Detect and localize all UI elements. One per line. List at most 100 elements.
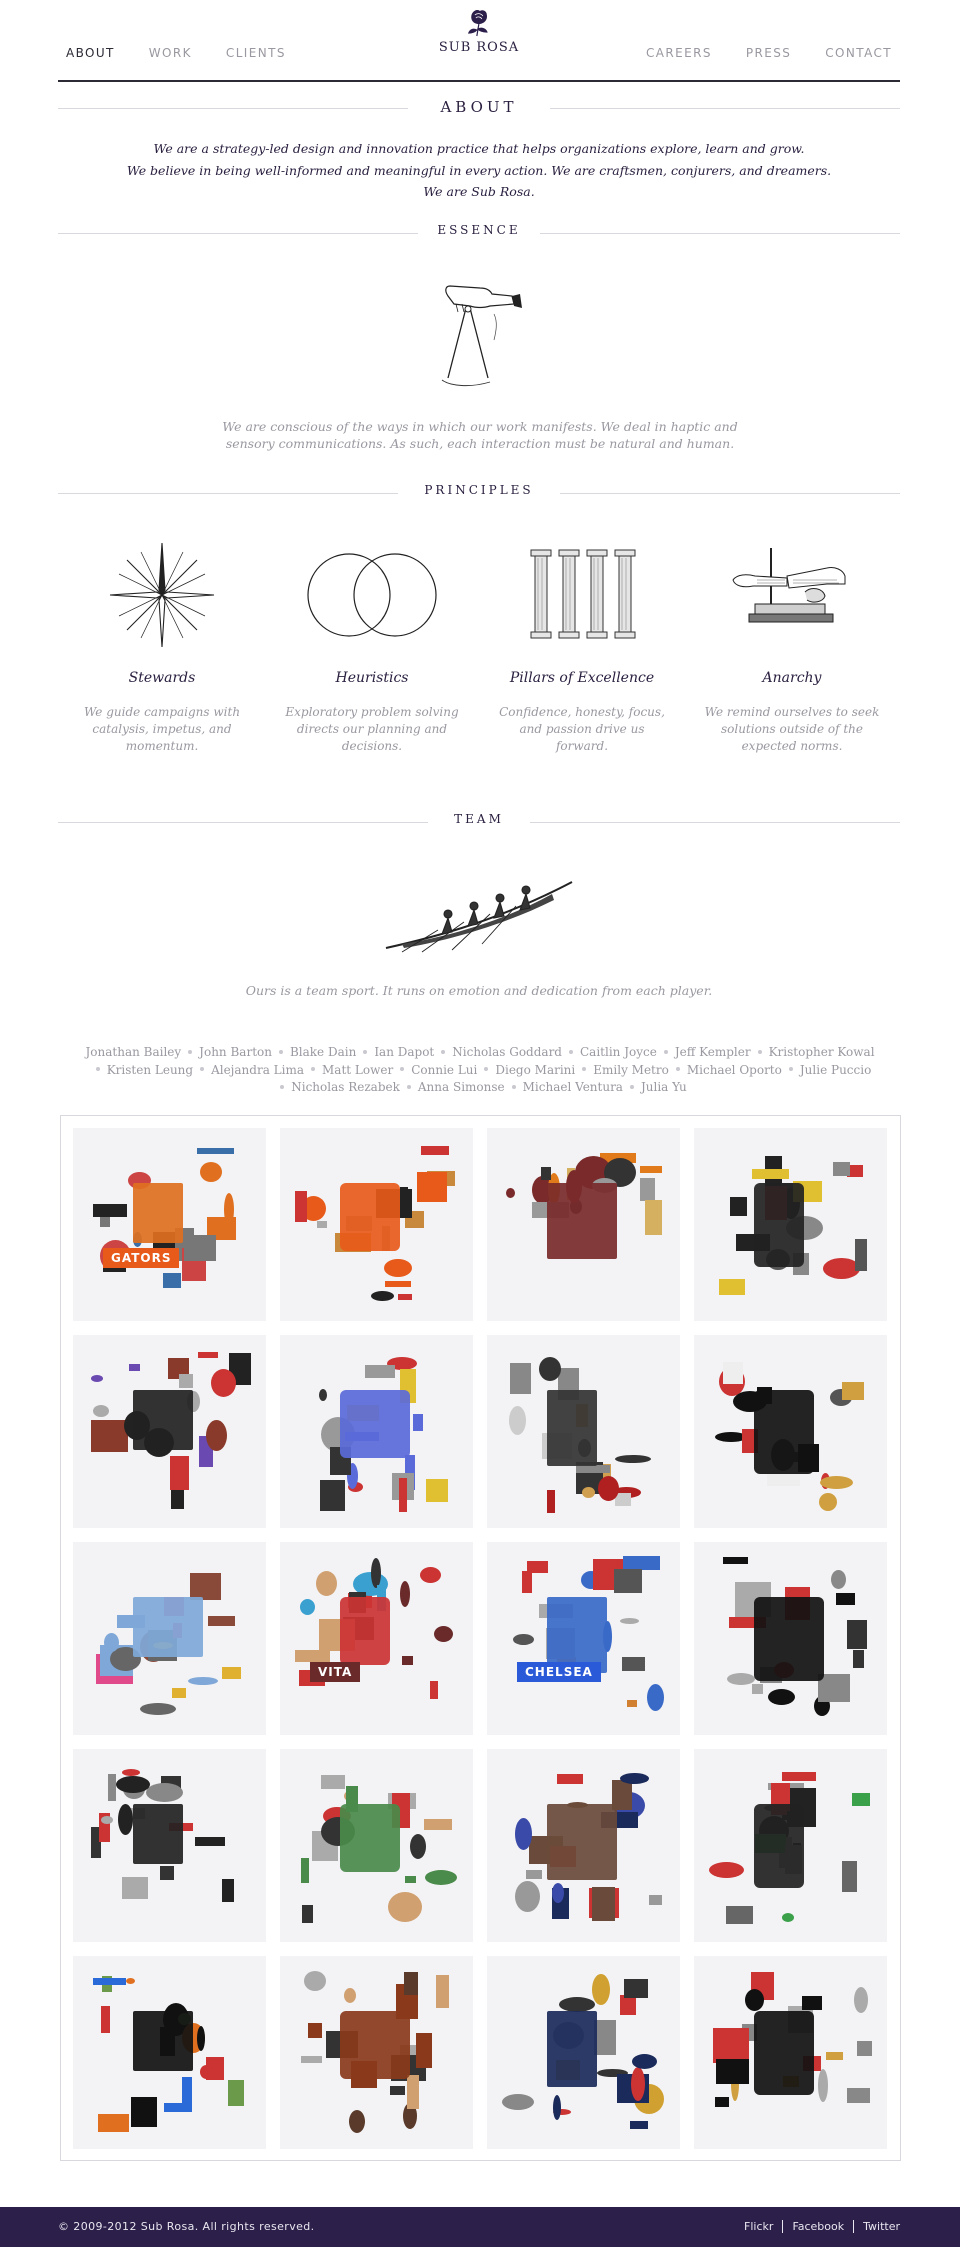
footer-link-twitter[interactable]: Twitter (853, 2220, 900, 2233)
logo-wordmark: SUB ROSA (438, 40, 520, 55)
photo-object (526, 1870, 542, 1879)
rose-icon (468, 10, 488, 37)
photo-object (146, 1783, 183, 1802)
photo-object (425, 1870, 457, 1885)
photo-object (301, 2056, 322, 2063)
photo-object (852, 1793, 870, 1806)
photo-object (316, 1571, 337, 1596)
pillars-icon (530, 549, 636, 639)
team-member: Anna Simonse (417, 1080, 505, 1094)
photo-object (349, 2110, 365, 2133)
team-member: Michael Ventura (522, 1080, 623, 1094)
photo-object (582, 1487, 595, 1498)
photo-object (104, 1633, 119, 1652)
photo-object (640, 1178, 655, 1201)
photo-object (723, 1557, 748, 1564)
separator-dot (757, 1049, 762, 1054)
photo-object (131, 2097, 157, 2127)
photo-object (172, 1688, 186, 1698)
separator-dot (788, 1067, 793, 1071)
team-member-photo[interactable] (694, 1335, 887, 1528)
photo-object (853, 1650, 864, 1668)
photo-object (190, 1573, 221, 1600)
photo-object (547, 1183, 617, 1259)
separator-dot (400, 1067, 405, 1071)
footer-link-flickr[interactable]: Flickr (735, 2220, 782, 2233)
photo-object (163, 1273, 181, 1288)
footer-link-facebook[interactable]: Facebook (782, 2220, 853, 2233)
site-logo[interactable]: SUB ROSA (439, 2, 519, 55)
photo-object (140, 1703, 176, 1715)
photo-object (300, 1599, 315, 1615)
team-member-photo[interactable] (73, 1335, 266, 1528)
photo-object (592, 1887, 615, 1921)
team-member-photo[interactable] (487, 1749, 680, 1942)
photo-object (730, 1197, 747, 1216)
principle-title: Heuristics (335, 670, 409, 686)
separator-dot (511, 1084, 516, 1089)
section-heading-team: TEAM (58, 812, 900, 832)
photo-object (752, 1169, 789, 1179)
team-member-photo[interactable] (694, 1956, 887, 2149)
team-member-photo[interactable] (280, 1128, 473, 1321)
hand-compass-icon (441, 285, 522, 387)
photo-object (847, 2088, 870, 2103)
photo-object (547, 1804, 617, 1880)
photo-object (620, 1618, 639, 1624)
photo-object (101, 1816, 113, 1824)
photo-object (826, 2052, 843, 2060)
team-member-photo[interactable]: GATORS (73, 1128, 266, 1321)
photo-object (133, 1183, 183, 1243)
photo-object (515, 1818, 532, 1850)
photo-object (91, 1375, 103, 1382)
team-member: Kristen Leung (106, 1062, 194, 1077)
nav-work[interactable]: WORK (149, 46, 192, 60)
team-member-photo[interactable] (487, 1335, 680, 1528)
photo-object (424, 1819, 452, 1830)
team-member-photo[interactable] (487, 1956, 680, 2149)
photo-object (319, 1389, 327, 1401)
team-member-photo[interactable] (487, 1128, 680, 1321)
photo-object (539, 1357, 561, 1381)
photo-object (420, 1567, 441, 1583)
team-member-photo[interactable]: VITA (280, 1542, 473, 1735)
team-member-photo[interactable] (280, 1749, 473, 1942)
team-member-photo[interactable] (73, 1749, 266, 1942)
photo-object (631, 2067, 645, 2101)
photo-object (713, 2028, 749, 2063)
photo-object (647, 1684, 664, 1711)
team-member: Caitlin Joyce (580, 1045, 657, 1059)
team-member-photo[interactable] (73, 1542, 266, 1735)
photo-object (371, 1291, 394, 1301)
team-member-photo[interactable] (694, 1749, 887, 1942)
photo-label: GATORS (103, 1248, 180, 1268)
team-member-photo[interactable] (280, 1956, 473, 2149)
photo-object (502, 2094, 534, 2110)
photo-object (836, 1593, 855, 1605)
photo-object (93, 1978, 126, 1985)
team-member-photo[interactable] (694, 1542, 887, 1735)
team-member-photo[interactable] (694, 1128, 887, 1321)
team-member-photo[interactable]: CHELSEA (487, 1542, 680, 1735)
nav-about[interactable]: ABOUT (66, 46, 115, 60)
principle-text: Exploratory problem solving directs our … (285, 705, 459, 753)
photo-object (820, 1476, 853, 1489)
separator-dot (95, 1067, 100, 1071)
nav-careers[interactable]: CAREERS (646, 46, 712, 60)
nav-clients[interactable]: CLIENTS (226, 46, 286, 60)
nav-contact[interactable]: CONTACT (825, 46, 892, 60)
separator-dot (629, 1084, 634, 1089)
team-member-photo[interactable] (73, 1956, 266, 2149)
photo-object (340, 1390, 410, 1458)
team-member: Blake Dain (289, 1045, 357, 1059)
footer-links: Flickr Facebook Twitter (735, 2220, 900, 2233)
photo-object (320, 1480, 345, 1511)
photo-object (622, 1657, 645, 1671)
essence-text: We are conscious of the ways in which ou… (222, 419, 738, 451)
photo-object (340, 1183, 400, 1251)
team-member-photo[interactable] (280, 1335, 473, 1528)
about-text: We are a strategy-led design and innovat… (58, 138, 900, 203)
photo-object (417, 1172, 447, 1202)
photo-object (295, 1650, 330, 1662)
nav-press[interactable]: PRESS (746, 46, 791, 60)
